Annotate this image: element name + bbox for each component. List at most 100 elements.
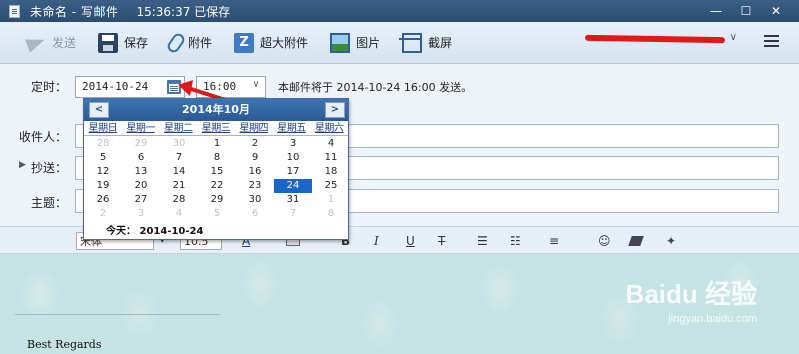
calendar-day[interactable]: 6 <box>236 207 274 221</box>
menu-icon[interactable] <box>764 35 779 49</box>
calendar-day[interactable]: 3 <box>274 137 312 151</box>
next-month-button[interactable]: > <box>325 102 345 118</box>
calendar-day[interactable]: 16 <box>236 165 274 179</box>
calendar-day[interactable]: 18 <box>312 165 350 179</box>
schedule-time-select[interactable]: 16:00 ∨ <box>196 76 266 98</box>
calendar-day[interactable]: 22 <box>198 179 236 193</box>
signature-divider <box>15 314 220 315</box>
weekday-label: 星期六 <box>314 123 344 134</box>
weekday-header: 星期日 星期一 星期二 星期三 星期四 星期五 星期六 <box>84 121 348 136</box>
account-selector[interactable]: ∨ <box>584 32 737 44</box>
schedule-date-input[interactable]: 2014-10-24 <box>75 76 185 98</box>
weekday-label: 星期五 <box>277 123 306 134</box>
calendar-day[interactable]: 13 <box>122 165 160 179</box>
calendar-month-title: 2014年10月 <box>182 103 250 116</box>
cc-expand-icon[interactable]: ▶ <box>19 160 26 170</box>
calendar-day[interactable]: 5 <box>198 207 236 221</box>
calendar-day[interactable]: 28 <box>84 137 122 151</box>
calendar-day[interactable]: 28 <box>160 193 198 207</box>
paper-plane-icon <box>26 33 46 53</box>
calendar-day[interactable]: 4 <box>160 207 198 221</box>
calendar-day[interactable]: 26 <box>84 193 122 207</box>
calendar-day[interactable]: 3 <box>122 207 160 221</box>
calendar-day[interactable]: 2 <box>84 207 122 221</box>
calendar-day[interactable]: 30 <box>236 193 274 207</box>
underline-button[interactable]: U <box>406 232 415 250</box>
to-label: 收件人： <box>19 130 68 144</box>
weekday-label: 星期二 <box>164 123 193 134</box>
main-toolbar: 发送 保存 附件 Z 超大附件 图片 截屏 ∨ <box>0 22 799 64</box>
chevron-down-icon: ∨ <box>252 79 259 90</box>
redaction-scribble <box>584 34 726 44</box>
prev-month-button[interactable]: < <box>89 102 109 118</box>
calendar-day[interactable]: 14 <box>160 165 198 179</box>
compose-app-icon <box>9 4 20 18</box>
magic-wand-icon[interactable]: ✦ <box>666 232 676 250</box>
calendar-header: < 2014年10月 > <box>84 99 348 121</box>
window-controls: — ☐ ✕ <box>701 3 791 19</box>
calendar-day[interactable]: 27 <box>122 193 160 207</box>
subject-label: 主题： <box>31 196 68 210</box>
big-attachment-icon: Z <box>234 32 255 53</box>
screenshot-button[interactable]: 截屏 <box>394 28 460 58</box>
calendar-day[interactable]: 10 <box>274 151 312 165</box>
signature-text: Best Regards <box>27 338 102 351</box>
save-status: 15:36:37 已保存 <box>136 4 231 19</box>
save-button[interactable]: 保存 <box>90 28 156 58</box>
schedule-time-value: 16:00 <box>203 80 237 93</box>
watermark-url: jingyan.baidu.com <box>668 313 757 325</box>
send-button[interactable]: 发送 <box>18 28 84 58</box>
minimize-button[interactable]: — <box>701 3 731 19</box>
calendar-day[interactable]: 5 <box>84 151 122 165</box>
floppy-disk-icon <box>98 32 119 53</box>
calendar-day[interactable]: 7 <box>160 151 198 165</box>
calendar-day[interactable]: 7 <box>274 207 312 221</box>
calendar-day[interactable]: 1 <box>312 193 350 207</box>
calendar-day[interactable]: 20 <box>122 179 160 193</box>
image-button[interactable]: 图片 <box>322 28 388 58</box>
calendar-day[interactable]: 1 <box>198 137 236 151</box>
send-label: 发送 <box>52 36 77 50</box>
maximize-button[interactable]: ☐ <box>731 3 761 19</box>
calendar-day-selected[interactable]: 24 <box>274 179 312 193</box>
calendar-day[interactable]: 29 <box>122 137 160 151</box>
today-button[interactable]: 今天： 2014-10-24 <box>84 225 348 239</box>
align-icon[interactable]: ≡ <box>549 232 559 250</box>
schedule-note: 本邮件将于 2014-10-24 16:00 发送。 <box>278 81 473 94</box>
numbered-list-icon[interactable]: ☷ <box>510 232 521 250</box>
calendar-day[interactable]: 11 <box>312 151 350 165</box>
screenshot-label: 截屏 <box>428 36 453 50</box>
calendar-day[interactable]: 31 <box>274 193 312 207</box>
calendar-day[interactable]: 12 <box>84 165 122 179</box>
attach-label: 附件 <box>188 36 213 50</box>
weekday-label: 星期一 <box>126 123 155 134</box>
calendar-day[interactable]: 9 <box>236 151 274 165</box>
bullet-list-icon[interactable]: ☰ <box>477 232 488 250</box>
calendar-day[interactable]: 19 <box>84 179 122 193</box>
weekday-label: 星期日 <box>88 123 118 134</box>
weekday-label: 星期三 <box>201 123 231 134</box>
schedule-label: 定时： <box>31 80 68 94</box>
strikethrough-button[interactable]: T <box>438 232 445 250</box>
save-label: 保存 <box>124 36 149 50</box>
big-attach-label: 超大附件 <box>260 36 309 50</box>
calendar-day[interactable]: 6 <box>122 151 160 165</box>
close-button[interactable]: ✕ <box>761 3 791 19</box>
italic-button[interactable]: I <box>374 232 379 250</box>
calendar-day[interactable]: 17 <box>274 165 312 179</box>
calendar-day[interactable]: 8 <box>312 207 350 221</box>
calendar-day[interactable]: 30 <box>160 137 198 151</box>
calendar-day[interactable]: 2 <box>236 137 274 151</box>
calendar-day[interactable]: 29 <box>198 193 236 207</box>
calendar-day[interactable]: 21 <box>160 179 198 193</box>
calendar-day[interactable]: 4 <box>312 137 350 151</box>
calendar-day[interactable]: 15 <box>198 165 236 179</box>
calendar-icon[interactable] <box>167 80 181 94</box>
emoji-icon[interactable]: ☺ <box>598 232 611 250</box>
big-attach-button[interactable]: Z 超大附件 <box>226 28 316 58</box>
calendar-day[interactable]: 25 <box>312 179 350 193</box>
calendar-day[interactable]: 23 <box>236 179 274 193</box>
attach-button[interactable]: 附件 <box>162 28 220 58</box>
calendar-day[interactable]: 8 <box>198 151 236 165</box>
format-painter-icon[interactable] <box>628 236 644 246</box>
